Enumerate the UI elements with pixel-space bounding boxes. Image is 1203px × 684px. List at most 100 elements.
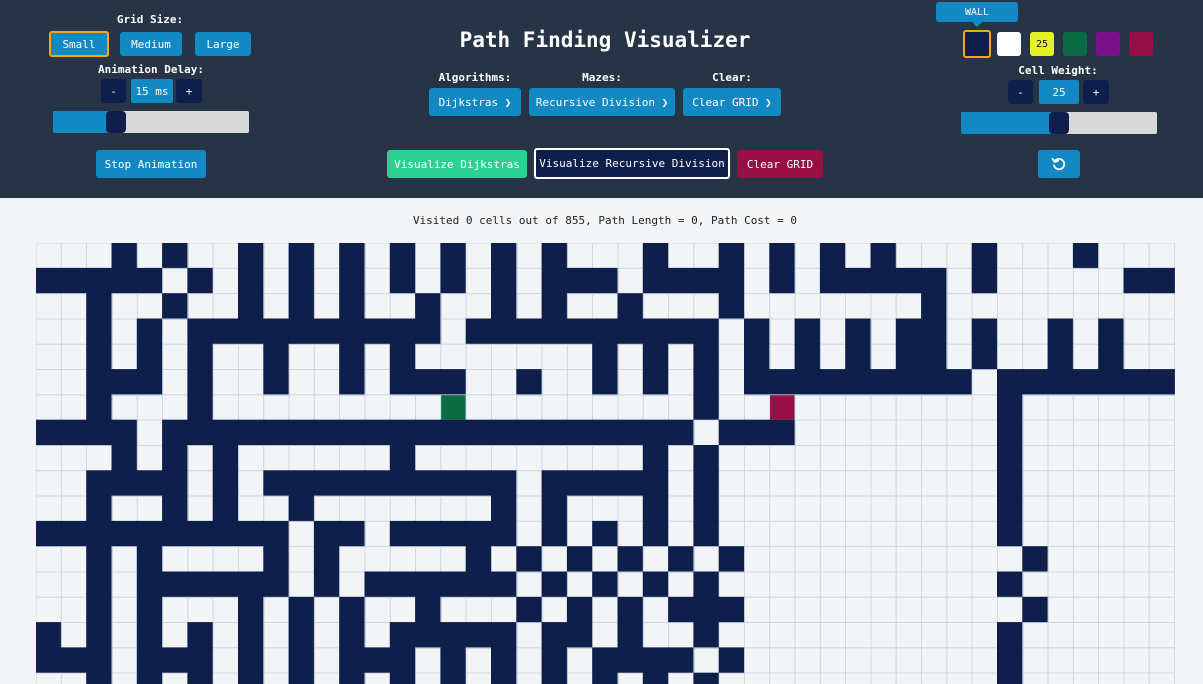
wall-cell[interactable] [263,318,290,345]
wall-cell[interactable] [288,267,315,294]
wall-cell[interactable] [541,318,568,345]
wall-cell[interactable] [237,647,265,674]
visualize-algorithm-button[interactable]: Visualize Dijkstras [387,150,527,178]
wall-cell[interactable] [339,520,366,547]
wall-cell[interactable] [971,343,998,370]
wall-cell[interactable] [465,470,492,497]
wall-cell[interactable] [86,622,113,649]
wall-cell[interactable] [339,343,366,370]
wall-cell[interactable] [490,243,518,269]
wall-cell[interactable] [237,672,265,684]
wall-cell[interactable] [389,571,416,598]
wall-cell[interactable] [617,622,644,649]
wall-cell[interactable] [997,419,1024,446]
grid-size-small-button[interactable]: Small [49,31,109,57]
wall-cell[interactable] [693,394,720,421]
wall-cell[interactable] [642,647,669,674]
wall-cell[interactable] [237,293,265,320]
wall-cell[interactable] [693,622,720,649]
visualize-maze-button[interactable]: Visualize Recursive Division [534,148,730,179]
delay-decrease-button[interactable]: - [101,79,126,103]
wall-cell[interactable] [592,647,619,674]
wall-cell[interactable] [162,571,189,598]
wall-cell[interactable] [1072,369,1100,396]
wall-swatch[interactable] [963,30,991,58]
wall-cell[interactable] [465,419,492,446]
wall-cell[interactable] [339,647,366,674]
wall-cell[interactable] [36,647,62,674]
clear-grid-button[interactable]: Clear GRID [737,150,823,178]
wall-cell[interactable] [1047,318,1074,345]
wall-cell[interactable] [997,394,1024,421]
end-node[interactable] [769,394,796,421]
wall-cell[interactable] [136,622,163,649]
wall-cell[interactable] [566,546,593,573]
wall-cell[interactable] [769,267,796,294]
wall-cell[interactable] [136,318,163,345]
wall-cell[interactable] [389,343,416,370]
wall-cell[interactable] [1123,267,1150,294]
wall-cell[interactable] [617,419,644,446]
wall-cell[interactable] [187,343,214,370]
wall-cell[interactable] [1148,267,1175,294]
animation-delay-slider[interactable] [53,111,249,133]
wall-cell[interactable] [440,369,467,396]
wall-cell[interactable] [1148,369,1175,396]
wall-cell[interactable] [111,369,138,396]
wall-cell[interactable] [313,318,340,345]
wall-cell[interactable] [136,596,163,623]
clear-dropdown[interactable]: Clear GRID ❯ [683,88,781,116]
wall-cell[interactable] [845,369,872,396]
wall-cell[interactable] [845,318,872,345]
wall-cell[interactable] [162,647,189,674]
wall-cell[interactable] [389,369,416,396]
wall-cell[interactable] [516,318,543,345]
wall-cell[interactable] [668,419,695,446]
wall-cell[interactable] [313,520,340,547]
wall-cell[interactable] [339,293,366,320]
wall-cell[interactable] [288,596,315,623]
wall-cell[interactable] [516,596,543,623]
wall-cell[interactable] [339,369,366,396]
wall-cell[interactable] [718,243,745,269]
wall-cell[interactable] [921,293,948,320]
wall-cell[interactable] [288,419,315,446]
wall-cell[interactable] [541,267,568,294]
empty-swatch[interactable] [997,32,1021,56]
wall-cell[interactable] [389,647,416,674]
wall-cell[interactable] [86,394,113,421]
wall-cell[interactable] [339,267,366,294]
wall-cell[interactable] [86,318,113,345]
wall-cell[interactable] [313,419,340,446]
wall-cell[interactable] [237,318,265,345]
wall-cell[interactable] [845,343,872,370]
reset-button[interactable] [1038,150,1080,178]
wall-cell[interactable] [845,267,872,294]
wall-cell[interactable] [364,419,391,446]
wall-cell[interactable] [364,318,391,345]
wall-cell[interactable] [997,571,1024,598]
wall-cell[interactable] [288,647,315,674]
wall-cell[interactable] [86,596,113,623]
wall-cell[interactable] [718,419,745,446]
wall-cell[interactable] [490,495,518,522]
wall-cell[interactable] [86,520,113,547]
wall-cell[interactable] [642,243,669,269]
delay-increase-button[interactable]: + [176,79,202,103]
wall-cell[interactable] [313,571,340,598]
wall-cell[interactable] [263,369,290,396]
wall-cell[interactable] [136,647,163,674]
wall-cell[interactable] [566,596,593,623]
wall-cell[interactable] [288,243,315,269]
wall-cell[interactable] [288,318,315,345]
wall-cell[interactable] [592,343,619,370]
wall-cell[interactable] [668,318,695,345]
wall-cell[interactable] [86,571,113,598]
wall-cell[interactable] [440,647,467,674]
wall-cell[interactable] [490,293,518,320]
wall-cell[interactable] [212,520,239,547]
wall-cell[interactable] [642,672,669,684]
wall-cell[interactable] [1072,243,1100,269]
wall-cell[interactable] [516,369,543,396]
wall-cell[interactable] [971,318,998,345]
